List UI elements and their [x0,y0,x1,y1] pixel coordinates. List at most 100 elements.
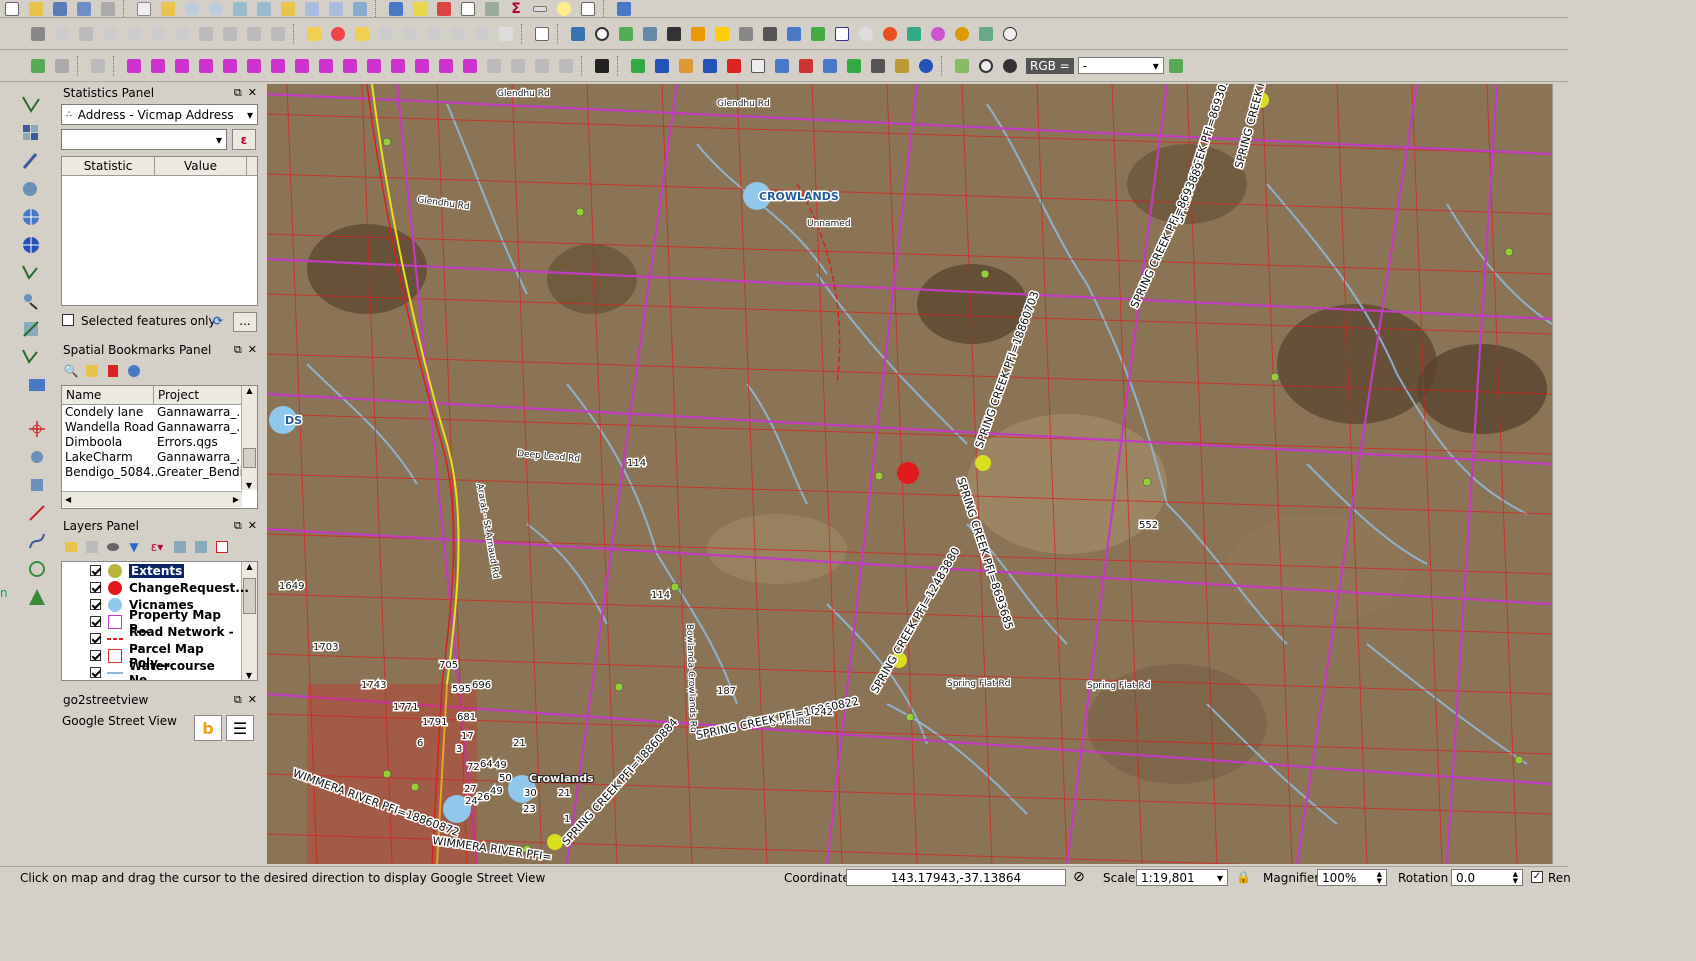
delete-ring-icon[interactable] [340,56,360,76]
move-label-icon[interactable] [424,24,444,44]
cut-icon[interactable] [220,24,240,44]
ref-icon[interactable] [880,24,900,44]
map-tips-icon[interactable] [554,0,574,17]
scroll-thumb[interactable] [243,448,256,468]
undo-icon[interactable] [88,56,108,76]
show-hide-labels-icon[interactable] [400,24,420,44]
column-header-value[interactable]: Value [155,157,247,175]
measure-icon[interactable] [530,0,550,17]
zoom-next-icon[interactable] [326,0,346,17]
vertical-scrollbar[interactable]: ▲ ▼ [241,386,257,490]
offset-curve-icon[interactable] [196,56,216,76]
close-icon[interactable]: ✕ [248,519,257,533]
refresh-button[interactable]: ⟳ [208,312,228,330]
rotate-label-icon[interactable] [448,24,468,44]
bookmark-row[interactable]: Bendigo_5084...Greater_Bendi... [65,465,257,480]
save-as-icon[interactable] [74,0,94,17]
pin-labels-icon[interactable] [376,24,396,44]
vertex-tool-icon[interactable] [26,474,48,496]
close-icon[interactable]: ✕ [248,86,257,100]
copy-icon[interactable] [244,24,264,44]
new-gpx-icon[interactable] [20,346,42,368]
add-point-icon[interactable] [100,24,120,44]
add-line-icon[interactable] [124,24,144,44]
import-arrow-icon[interactable] [700,56,720,76]
close-icon[interactable]: ✕ [248,343,257,357]
zoom-in-icon[interactable] [182,0,202,17]
book-icon[interactable] [892,56,912,76]
bookmark-row[interactable]: Condely lane Gannawarra_... [65,405,257,420]
terrain-icon[interactable] [808,24,828,44]
value-tool-icon[interactable] [1000,56,1020,76]
reverse-line-icon[interactable] [220,56,240,76]
crs-toggle-icon[interactable]: ⊘ [1073,869,1085,885]
share-bookmark-icon[interactable] [125,362,143,380]
layer-visibility-checkbox[interactable] [90,667,101,678]
crosshair-icon[interactable] [26,418,48,440]
split-parts-icon[interactable] [412,56,432,76]
rotation-spinbox[interactable]: 0.0 ▲ ▼ [1451,869,1523,886]
reshape-icon[interactable] [52,56,72,76]
fill-ring-icon[interactable] [316,56,336,76]
attribute-table-icon[interactable] [458,0,478,17]
camera-icon[interactable] [760,24,780,44]
printer-icon[interactable] [736,24,756,44]
coordinate-field[interactable]: 143.17943,-37.13864 [846,869,1066,886]
sync-icon[interactable] [26,558,48,580]
layer-style-icon[interactable] [62,538,80,556]
bookmark-row[interactable]: Wandella Road Gannawarra_... [65,420,257,435]
zoom-full-icon[interactable] [230,0,250,17]
map-canvas[interactable]: CROWLANDS DS Glendhu Rd Glendhu Rd Glendhu R… [267,84,1552,864]
grass-icon[interactable] [26,586,48,608]
merge-features-icon[interactable] [172,56,192,76]
add-postgis-icon[interactable] [20,262,42,284]
raster-map-icon[interactable] [952,56,972,76]
import-bookmarks-icon[interactable] [83,362,101,380]
vertex-icon[interactable] [484,56,504,76]
data-table-icon[interactable] [664,24,684,44]
help-icon[interactable] [614,0,634,17]
collapse-all-icon[interactable] [192,538,210,556]
add-wfs-icon[interactable] [20,234,42,256]
vertex-move-icon[interactable] [508,56,528,76]
georeference-icon[interactable] [616,24,636,44]
menu-button[interactable]: ☰ [226,715,254,741]
zoom-selection-icon[interactable] [278,0,298,17]
delete-part-icon[interactable] [364,56,384,76]
label-highlight-icon[interactable] [352,24,372,44]
field-select[interactable]: ▾ [61,129,227,150]
edit-pencil-icon[interactable] [28,24,48,44]
chart-icon[interactable] [772,56,792,76]
print-composer-icon[interactable] [98,0,118,17]
float-icon[interactable]: ⧉ [234,343,242,357]
color-wheel-icon[interactable] [928,24,948,44]
route-icon[interactable] [26,530,48,552]
add-raster-layer-icon[interactable] [20,122,42,144]
zoom-last-icon[interactable] [302,0,322,17]
bing-button[interactable]: b [194,715,222,741]
remove-layer-icon[interactable] [213,538,231,556]
processing-icon[interactable] [784,24,804,44]
layer-stack-icon[interactable] [628,56,648,76]
move-feature-icon[interactable] [148,24,168,44]
deselect-icon[interactable] [434,0,454,17]
layer-row[interactable]: ChangeRequest... [62,579,249,596]
horizontal-scrollbar[interactable]: ◀ ▶ [62,491,242,507]
refresh-icon[interactable] [350,0,370,17]
add-part-icon[interactable] [292,56,312,76]
layer-visibility-checkbox[interactable] [90,582,101,593]
profile-icon[interactable] [832,24,852,44]
filter-expression-icon[interactable]: ε▾ [146,538,168,556]
vector-pen-icon[interactable] [1166,56,1186,76]
add-spatialite-icon[interactable] [20,178,42,200]
add-group-icon[interactable] [83,538,101,556]
add-delimited-text-icon[interactable] [20,150,42,172]
split-features-icon[interactable] [148,56,168,76]
measure-line-icon[interactable] [26,502,48,524]
easy-custom-labeling-icon[interactable] [496,24,516,44]
tools-icon[interactable] [868,56,888,76]
magnifier-spinbox[interactable]: 100% ▲ ▼ [1317,869,1387,886]
zoom-out-icon[interactable] [206,0,226,17]
magnify-icon[interactable] [976,56,996,76]
expression-button[interactable]: ε [232,129,256,150]
